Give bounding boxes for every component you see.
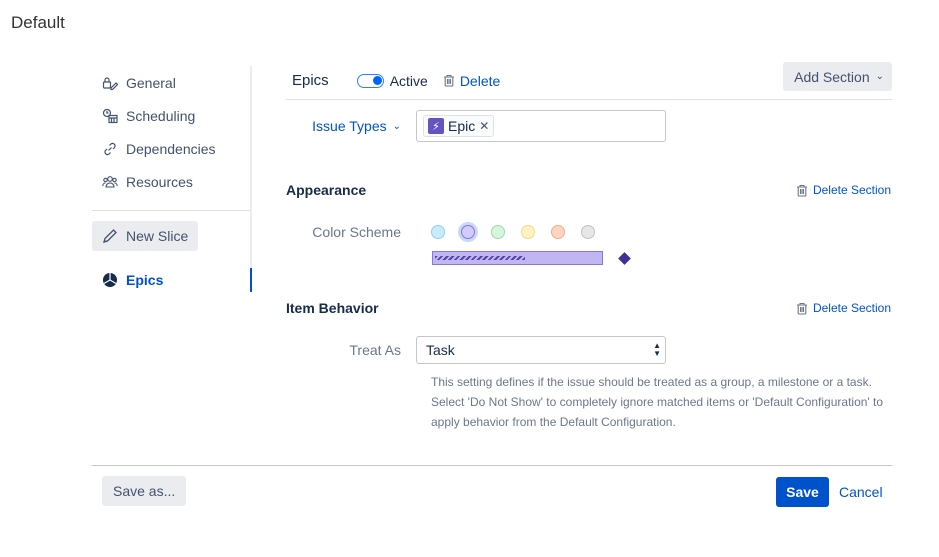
color-scheme-label: Color Scheme (312, 224, 401, 240)
active-toggle[interactable] (356, 73, 384, 88)
sidebar-item-general[interactable]: General (92, 66, 250, 99)
add-section-button[interactable]: Add Section ⌄ (783, 62, 892, 91)
chevron-down-icon: ⌄ (875, 71, 884, 82)
slice-editor: Epics Active Delete Add Section ⌄ Issue … (286, 62, 892, 432)
sidebar-item-label: Dependencies (126, 140, 216, 157)
slice-label: Epics (126, 272, 164, 288)
link-icon (102, 141, 118, 157)
sidebar-item-scheduling[interactable]: Scheduling (92, 99, 250, 132)
chip-label: Epic (448, 118, 476, 134)
delete-item-behavior-section[interactable]: Delete Section (796, 301, 891, 315)
delete-section-label: Delete Section (812, 183, 891, 197)
sidebar-item-resources[interactable]: Resources (92, 165, 250, 198)
appearance-title: Appearance (286, 182, 367, 198)
chevron-down-icon: ⌄ (392, 120, 401, 132)
issue-types-input[interactable]: ⚡︎ Epic ✕ (416, 110, 666, 142)
treat-as-select[interactable]: Task ▲ ▼ (416, 336, 666, 364)
delete-slice-link[interactable]: Delete (443, 73, 500, 89)
issue-types-dropdown[interactable]: Issue Types ⌄ (312, 118, 401, 134)
delete-section-label: Delete Section (812, 301, 891, 315)
active-label: Active (389, 72, 428, 89)
remove-chip-icon[interactable]: ✕ (479, 119, 489, 133)
task-bar-preview (432, 251, 603, 265)
new-slice-button[interactable]: New Slice (92, 221, 199, 251)
milestone-diamond-preview (618, 251, 631, 265)
appearance-section: Appearance Delete Section Color Scheme (286, 182, 892, 265)
item-behavior-title: Item Behavior (286, 300, 379, 316)
color-swatch-green[interactable] (491, 225, 505, 239)
people-icon (102, 174, 118, 190)
sidebar-item-label: Scheduling (126, 107, 196, 124)
slice-title: Epics (292, 72, 329, 89)
color-swatch-yellow[interactable] (521, 225, 535, 239)
issue-type-chip: ⚡︎ Epic ✕ (423, 115, 495, 137)
color-swatch-orange[interactable] (551, 225, 565, 239)
delete-label: Delete (459, 72, 501, 89)
treat-as-value: Task (426, 342, 455, 358)
add-section-label: Add Section (794, 68, 870, 85)
sidebar-item-label: General (126, 74, 176, 91)
treat-as-label: Treat As (349, 342, 401, 358)
general-settings-icon (102, 75, 118, 91)
save-as-button[interactable]: Save as... (102, 476, 187, 506)
trash-icon (443, 74, 455, 87)
save-button[interactable]: Save (776, 477, 829, 507)
new-slice-label: New Slice (126, 228, 189, 244)
trash-icon (796, 302, 808, 315)
color-swatch-blue[interactable] (431, 225, 445, 239)
cancel-button[interactable]: Cancel (839, 484, 883, 500)
sidebar: General Scheduling Dependencies Resource… (92, 66, 252, 292)
color-swatches (431, 225, 611, 239)
sidebar-item-dependencies[interactable]: Dependencies (92, 132, 250, 165)
epic-lightning-icon: ⚡︎ (428, 118, 444, 134)
footer-divider (92, 465, 892, 466)
treat-as-help-text: This setting defines if the issue should… (431, 375, 884, 429)
scheduling-icon (102, 108, 118, 124)
bar-preview (432, 251, 892, 265)
sidebar-divider (92, 210, 250, 211)
page-title: Default (11, 13, 65, 32)
slice-header: Epics Active Delete Add Section ⌄ (286, 62, 892, 100)
issue-types-row: Issue Types ⌄ ⚡︎ Epic ✕ (286, 110, 892, 142)
color-swatch-gray[interactable] (581, 225, 595, 239)
item-behavior-section: Item Behavior Delete Section Treat As Ta… (286, 300, 892, 432)
select-arrows-icon: ▲ ▼ (653, 341, 661, 358)
trash-icon (796, 184, 808, 197)
delete-appearance-section[interactable]: Delete Section (796, 183, 891, 197)
pie-chart-icon (102, 272, 118, 288)
color-swatch-purple[interactable] (461, 225, 475, 239)
pencil-icon (102, 228, 118, 244)
issue-types-label: Issue Types (312, 118, 387, 134)
sidebar-slice-epics[interactable]: Epics (92, 268, 252, 292)
sidebar-item-label: Resources (126, 173, 193, 190)
